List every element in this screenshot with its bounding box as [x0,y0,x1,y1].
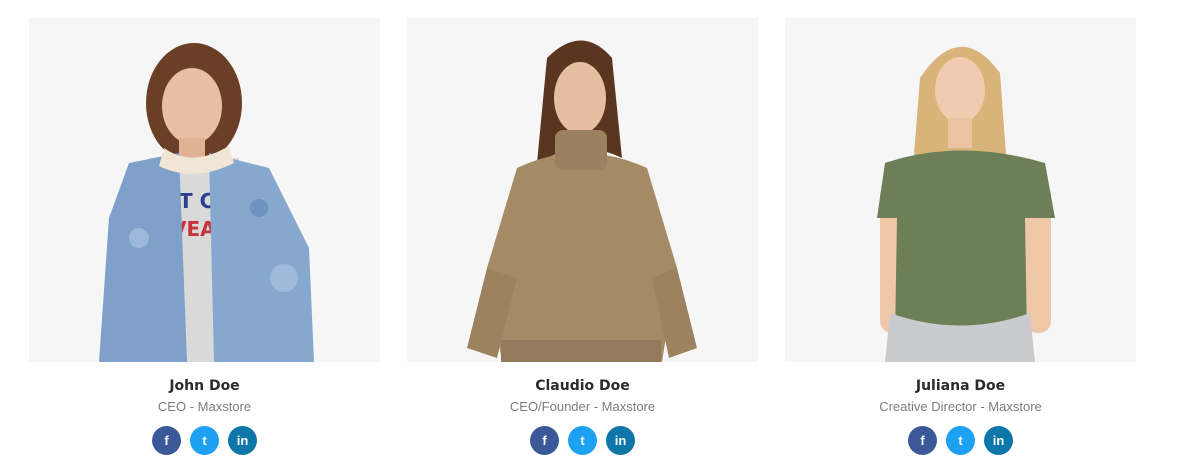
team-member-card: T C VEA John Doe CEO - Maxstore f t in [29,18,380,455]
twitter-icon[interactable]: t [568,426,597,455]
team-member-card: Claudio Doe CEO/Founder - Maxstore f t i… [407,18,758,455]
team-member-photo [785,18,1136,362]
team-member-card: Juliana Doe Creative Director - Maxstore… [785,18,1136,455]
social-links: f t in [29,426,380,455]
team-member-name: John Doe [169,378,240,394]
team-member-name: Claudio Doe [535,378,630,394]
team-member-photo: T C VEA [29,18,380,362]
linkedin-icon[interactable]: in [984,426,1013,455]
team-member-name: Juliana Doe [915,378,1006,394]
facebook-icon[interactable]: f [152,426,181,455]
social-links: f t in [407,426,758,455]
team-member-role: CEO/Founder - Maxstore [509,399,656,414]
twitter-icon[interactable]: t [190,426,219,455]
linkedin-icon[interactable]: in [228,426,257,455]
linkedin-icon[interactable]: in [606,426,635,455]
facebook-icon[interactable]: f [530,426,559,455]
team-member-photo [407,18,758,362]
team-member-role: Creative Director - Maxstore [879,399,1042,414]
svg-text:T C: T C [179,189,214,213]
person-green-tshirt-photo [877,46,1055,362]
person-knit-sweater-photo [467,40,697,362]
social-links: f t in [785,426,1136,455]
twitter-icon[interactable]: t [946,426,975,455]
facebook-icon[interactable]: f [908,426,937,455]
person-denim-jacket-photo: T C VEA [99,43,314,362]
team-member-role: CEO - Maxstore [157,399,252,414]
